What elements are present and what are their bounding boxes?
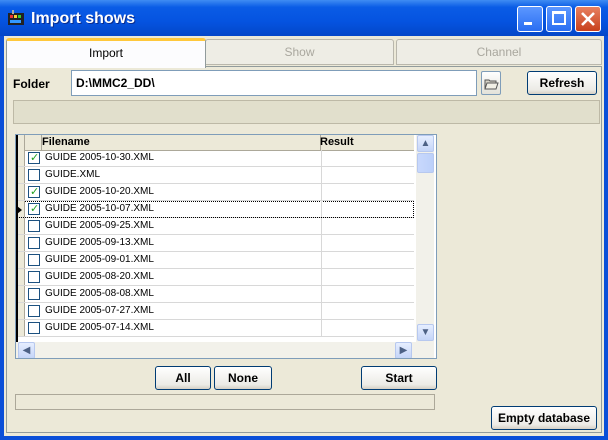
column-header-result[interactable]: Result xyxy=(320,135,354,150)
filename-cell: GUIDE 2005-09-13.XML xyxy=(45,237,154,248)
row-checkbox[interactable]: ✓ xyxy=(28,203,40,215)
vertical-scrollbar[interactable]: ▲ ▼ xyxy=(416,135,434,342)
table-row[interactable]: GUIDE 2005-09-13.XML xyxy=(16,235,414,252)
scroll-left-button[interactable]: ◀ xyxy=(18,342,35,358)
filename-cell: GUIDE 2005-10-20.XML xyxy=(45,186,154,197)
filename-cell: GUIDE 2005-08-08.XML xyxy=(45,288,154,299)
maximize-button[interactable] xyxy=(546,6,572,32)
grid-left-border xyxy=(16,135,18,342)
import-tab-panel: Folder D:\MMC2_DD\ Refresh Filename Resu… xyxy=(6,66,602,433)
result-cell xyxy=(321,218,415,234)
app-icon xyxy=(8,10,24,25)
scroll-thumb[interactable] xyxy=(417,153,434,173)
row-checkbox[interactable] xyxy=(28,220,40,232)
folder-label: Folder xyxy=(13,77,50,91)
tab-import[interactable]: Import xyxy=(6,38,206,68)
folder-open-icon xyxy=(484,79,499,90)
horizontal-scrollbar[interactable]: ◀ ▶ xyxy=(16,342,434,358)
maximize-icon xyxy=(552,11,566,25)
browse-folder-button[interactable] xyxy=(481,71,501,95)
table-row[interactable]: GUIDE 2005-07-14.XML xyxy=(16,320,414,337)
close-button[interactable] xyxy=(575,6,601,32)
header-separator xyxy=(24,135,25,150)
table-row[interactable]: ✓ GUIDE 2005-10-07.XML xyxy=(16,201,414,218)
filename-cell: GUIDE 2005-10-07.XML xyxy=(45,203,154,214)
result-cell xyxy=(321,235,415,251)
table-row[interactable]: GUIDE 2005-09-01.XML xyxy=(16,252,414,269)
checkmark-icon: ✓ xyxy=(30,186,40,198)
result-cell xyxy=(321,303,415,319)
row-checkbox[interactable] xyxy=(28,322,40,334)
close-icon xyxy=(581,12,595,26)
row-checkbox[interactable] xyxy=(28,305,40,317)
checkmark-icon: ✓ xyxy=(30,152,40,164)
import-shows-window: Import shows Import Show Channel Folder … xyxy=(0,0,608,440)
tab-channel[interactable]: Channel xyxy=(396,39,602,65)
scroll-right-button[interactable]: ▶ xyxy=(395,342,412,358)
empty-database-button[interactable]: Empty database xyxy=(491,406,597,430)
column-header-filename[interactable]: Filename xyxy=(42,135,90,150)
client-area: Import Show Channel Folder D:\MMC2_DD\ R… xyxy=(4,36,604,436)
minimize-icon xyxy=(524,22,532,25)
scroll-down-button[interactable]: ▼ xyxy=(417,324,434,341)
header-separator xyxy=(41,135,42,150)
result-cell xyxy=(321,269,415,285)
filename-cell: GUIDE 2005-07-14.XML xyxy=(45,322,154,333)
row-checkbox[interactable] xyxy=(28,271,40,283)
status-panel xyxy=(13,100,600,124)
result-cell xyxy=(321,184,415,200)
result-cell xyxy=(321,252,415,268)
result-cell xyxy=(321,167,415,183)
table-row[interactable]: ✓ GUIDE 2005-10-30.XML xyxy=(16,150,414,167)
table-row[interactable]: GUIDE 2005-09-25.XML xyxy=(16,218,414,235)
row-checkbox[interactable] xyxy=(28,169,40,181)
start-button[interactable]: Start xyxy=(361,366,437,390)
grid-rows: ✓ GUIDE 2005-10-30.XML GUIDE.XML ✓ GUIDE 200… xyxy=(16,150,414,337)
select-none-button[interactable]: None xyxy=(214,366,272,390)
folder-path-input[interactable]: D:\MMC2_DD\ xyxy=(71,70,477,96)
row-checkbox[interactable]: ✓ xyxy=(28,152,40,164)
table-row[interactable]: ✓ GUIDE 2005-10-20.XML xyxy=(16,184,414,201)
row-checkbox[interactable] xyxy=(28,288,40,300)
row-checkbox[interactable] xyxy=(28,254,40,266)
table-row[interactable]: GUIDE 2005-08-08.XML xyxy=(16,286,414,303)
row-checkbox[interactable]: ✓ xyxy=(28,186,40,198)
window-title: Import shows xyxy=(31,10,136,27)
filename-cell: GUIDE 2005-09-25.XML xyxy=(45,220,154,231)
filename-cell: GUIDE 2005-07-27.XML xyxy=(45,305,154,316)
table-row[interactable]: GUIDE.XML xyxy=(16,167,414,184)
tab-show[interactable]: Show xyxy=(205,39,394,65)
checkmark-icon: ✓ xyxy=(30,203,40,215)
result-cell xyxy=(321,320,415,336)
result-cell xyxy=(321,286,415,302)
table-row[interactable]: GUIDE 2005-07-27.XML xyxy=(16,303,414,320)
title-bar[interactable]: Import shows xyxy=(0,0,608,36)
minimize-button[interactable] xyxy=(517,6,543,32)
refresh-button[interactable]: Refresh xyxy=(527,71,597,95)
table-row[interactable]: GUIDE 2005-08-20.XML xyxy=(16,269,414,286)
filename-cell: GUIDE 2005-09-01.XML xyxy=(45,254,154,265)
select-all-button[interactable]: All xyxy=(155,366,211,390)
grid-header: Filename Result xyxy=(16,135,414,151)
result-cell xyxy=(321,201,415,217)
file-grid[interactable]: Filename Result ✓ GUIDE 2005-10-30.XML GUI… xyxy=(15,134,437,359)
scroll-up-button[interactable]: ▲ xyxy=(417,135,434,152)
filename-cell: GUIDE 2005-10-30.XML xyxy=(45,152,154,163)
result-cell xyxy=(321,150,415,166)
progress-bar xyxy=(15,394,435,410)
filename-cell: GUIDE.XML xyxy=(45,169,101,180)
row-checkbox[interactable] xyxy=(28,237,40,249)
filename-cell: GUIDE 2005-08-20.XML xyxy=(45,271,154,282)
